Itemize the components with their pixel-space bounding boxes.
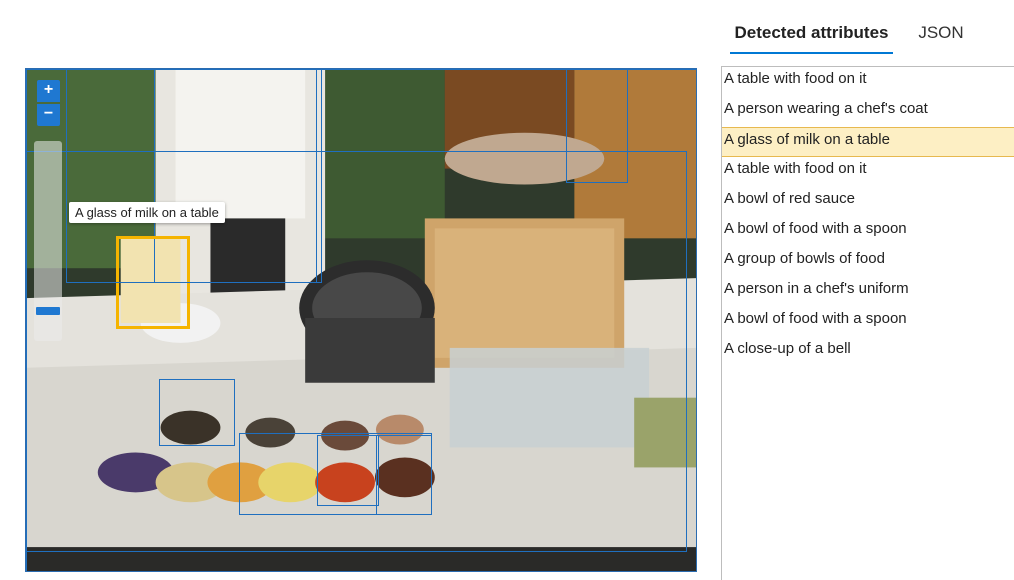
detection-box[interactable] [159, 379, 235, 446]
zoom-out-button[interactable]: − [37, 104, 60, 126]
detection-box[interactable] [66, 69, 322, 283]
attribute-item[interactable]: A person in a chef's uniform [722, 277, 1014, 307]
attribute-item[interactable]: A person wearing a chef's coat [722, 97, 1014, 127]
tab-json[interactable]: JSON [917, 22, 965, 54]
tab-detected-attributes[interactable]: Detected attributes [730, 22, 893, 54]
zoom-in-button[interactable]: + [37, 80, 60, 102]
detected-attributes-list[interactable]: A table with food on it A person wearing… [721, 66, 1014, 580]
attribute-item[interactable]: A table with food on it [722, 67, 1014, 97]
zoom-slider-thumb[interactable] [36, 307, 60, 315]
attribute-item[interactable]: A bowl of red sauce [722, 187, 1014, 217]
attribute-item[interactable]: A bowl of food with a spoon [722, 217, 1014, 247]
attribute-item[interactable]: A close-up of a bell [722, 337, 1014, 367]
image-viewer[interactable] [25, 68, 697, 572]
attribute-item[interactable]: A glass of milk on a table [722, 127, 1014, 157]
attribute-item[interactable]: A bowl of food with a spoon [722, 307, 1014, 337]
zoom-slider-track[interactable] [34, 141, 62, 341]
detection-box[interactable] [566, 69, 628, 183]
box-tooltip: A glass of milk on a table [69, 202, 225, 223]
detection-box[interactable] [376, 435, 432, 515]
attribute-item[interactable]: A group of bowls of food [722, 247, 1014, 277]
attribute-item[interactable]: A table with food on it [722, 157, 1014, 187]
